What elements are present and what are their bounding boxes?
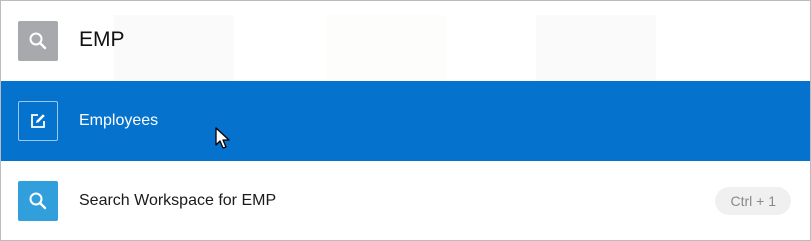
mouse-cursor-icon	[215, 127, 233, 151]
shortcut-badge: Ctrl + 1	[715, 187, 791, 215]
search-icon	[18, 181, 58, 221]
result-item-employees[interactable]: Employees	[1, 81, 810, 161]
result-label: Search Workspace for EMP	[79, 192, 277, 209]
result-item-search-workspace[interactable]: Search Workspace for EMP Ctrl + 1	[1, 161, 810, 240]
result-label: Employees	[79, 112, 159, 129]
search-bar	[1, 1, 810, 80]
edit-icon	[18, 101, 58, 141]
search-input[interactable]	[79, 23, 679, 57]
search-palette: Employees Search Workspace for EMP Ctrl …	[0, 0, 811, 241]
search-icon	[18, 21, 58, 61]
